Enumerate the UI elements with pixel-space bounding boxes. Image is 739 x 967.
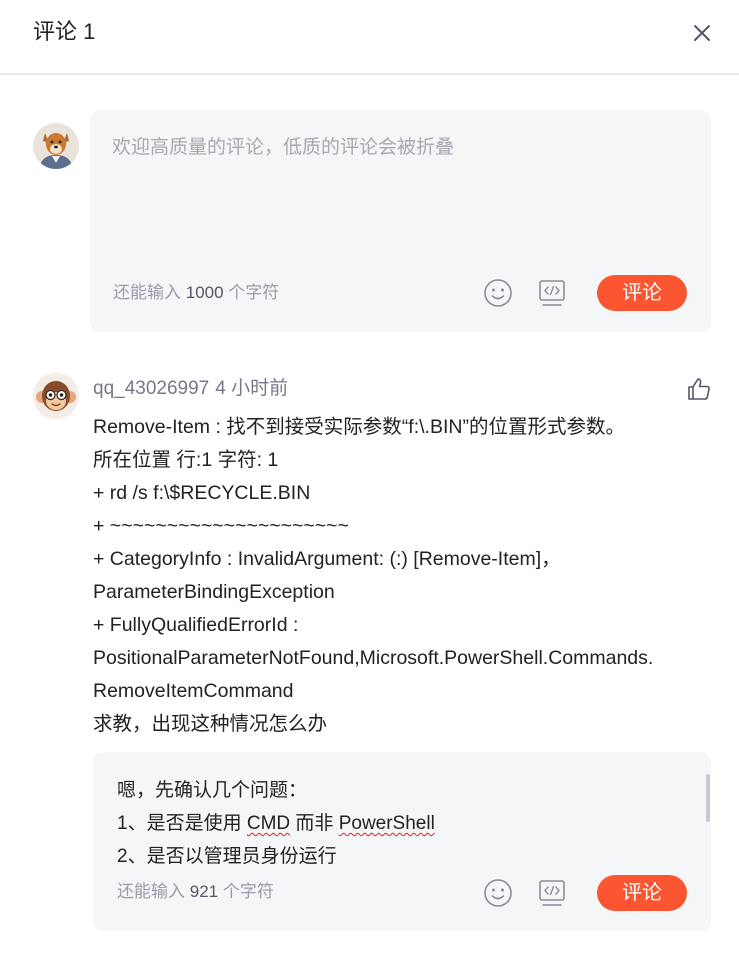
reply-char-counter: 还能输入 921 个字符	[117, 881, 274, 903]
counter-suffix: 个字符	[222, 882, 274, 901]
comment-composer: 还能输入 1000 个字符 评论	[90, 110, 711, 332]
panel-title: 评论 1	[33, 19, 96, 44]
reply-scrollbar[interactable]	[706, 774, 710, 822]
comment-line: + FullyQualifiedErrorId :	[93, 614, 299, 636]
code-icon[interactable]	[537, 278, 567, 308]
counter-value: 1000	[185, 283, 224, 302]
submit-comment-button[interactable]: 评论	[597, 275, 687, 311]
counter-suffix: 个字符	[228, 283, 280, 302]
comment-input[interactable]	[112, 134, 692, 254]
comment-time: 4 小时前	[215, 378, 289, 399]
spellcheck-word: CMD	[246, 813, 291, 834]
reply-text-fragment: 1、是否是使用	[117, 813, 247, 834]
reply-line: 1、是否是使用 CMD 而非 PowerShell	[117, 807, 687, 840]
current-user-avatar	[33, 123, 79, 169]
comment-line: + ~~~~~~~~~~~~~~~~~~~~~	[93, 515, 349, 537]
comment-username[interactable]: qq_43026997	[93, 378, 209, 399]
comment-line: ParameterBindingException	[93, 581, 335, 603]
comment-line: 所在位置 行:1 字符: 1	[93, 449, 279, 471]
code-icon[interactable]	[537, 878, 567, 908]
emoji-icon[interactable]	[483, 278, 513, 308]
reply-input[interactable]: 嗯，先确认几个问题： 1、是否是使用 CMD 而非 PowerShell 2、是…	[117, 774, 687, 864]
commenter-avatar	[33, 373, 79, 419]
emoji-icon[interactable]	[483, 878, 513, 908]
reply-line: 嗯，先确认几个问题：	[117, 780, 308, 801]
counter-value: 921	[189, 882, 219, 901]
counter-prefix: 还能输入	[117, 882, 185, 901]
comment-line: + rd /s f:\$RECYCLE.BIN	[93, 482, 311, 504]
comment-panel-header: 评论 1	[0, 0, 739, 75]
submit-reply-button[interactable]: 评论	[597, 875, 687, 911]
spellcheck-word: PowerShell	[338, 813, 435, 834]
counter-prefix: 还能输入	[113, 283, 181, 302]
comment-line: Remove-Item : 找不到接受实际参数“f:\.BIN”的位置形式参数。	[93, 416, 625, 438]
reply-line: 2、是否以管理员身份运行	[117, 846, 337, 864]
char-counter: 还能输入 1000 个字符	[113, 282, 279, 304]
comment-line: + CategoryInfo : InvalidArgument: (:) [R…	[93, 548, 561, 570]
reply-text-fragment: 而非	[290, 813, 339, 834]
comment-line: 求教，出现这种情况怎么办	[93, 713, 328, 735]
comment-line: PositionalParameterNotFound,Microsoft.Po…	[93, 647, 654, 669]
thumbs-up-icon[interactable]	[686, 376, 712, 402]
comment-line: RemoveItemCommand	[93, 680, 294, 702]
comment-meta: qq_43026997 4 小时前	[93, 376, 288, 402]
comment-content: Remove-Item : 找不到接受实际参数“f:\.BIN”的位置形式参数。…	[93, 411, 713, 741]
close-icon[interactable]	[690, 21, 714, 45]
reply-composer: 嗯，先确认几个问题： 1、是否是使用 CMD 而非 PowerShell 2、是…	[93, 752, 711, 931]
